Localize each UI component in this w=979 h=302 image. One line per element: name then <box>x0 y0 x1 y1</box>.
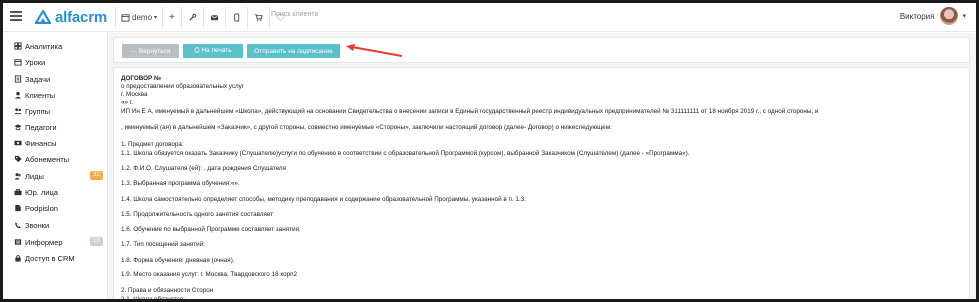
sidebar-item-label: Клиенты <box>25 90 56 100</box>
red-arrow-annotation <box>346 44 403 57</box>
document-line: 1.9. Место оказания услуг: г. Москва, Тв… <box>121 271 298 278</box>
document-icon <box>13 204 22 213</box>
tasks-icon <box>13 75 22 84</box>
client-icon <box>13 91 22 100</box>
chevron-down-icon: ▾ <box>154 15 158 21</box>
document-line: , именуемый (ая) в дальнейшем «Заказчик»… <box>121 124 612 131</box>
sidebar-item-label: Абонементы <box>25 154 70 164</box>
sidebar-item-label: Юр. лица <box>25 187 58 197</box>
sidebar-item-3[interactable]: Задачи <box>13 73 105 85</box>
sidebar-item-label: Задачи <box>25 74 51 84</box>
phone-icon <box>13 221 22 230</box>
document-line: 1.1. Школа обязуется оказать Заказчику (… <box>121 150 690 157</box>
document-line: 1.8. Форма обучения: дневная (очная). <box>121 257 235 264</box>
logo[interactable]: alfacrm <box>35 8 107 26</box>
sidebar-item-2[interactable]: Уроки <box>13 56 105 68</box>
search-input[interactable]: Поиск клиента <box>271 11 318 18</box>
app-window: alfacrm demo ▾ + Поиск клиента Виктория … <box>0 0 979 302</box>
document-line: 1.3. Выбранная программа обучения:«». <box>121 180 240 187</box>
sidebar-item-label: Аналитика <box>25 41 63 51</box>
finance-icon <box>13 139 22 148</box>
action-bar: ← Вернуться ⎙ На печать Отправить на под… <box>113 37 970 63</box>
document-line: «» г. <box>121 99 134 106</box>
mail-button[interactable] <box>202 7 225 28</box>
sidebar: Аналитика Уроки Задачи Клиенты Группы Педагог… <box>3 33 108 299</box>
sidebar-item-14[interactable]: Доступ в CRM <box>13 252 105 264</box>
wrench-icon <box>189 13 197 21</box>
toolbar-buttons: demo ▾ + <box>115 7 291 28</box>
document-line: 2.1. Школа обязуется: <box>121 296 185 302</box>
calendar-icon <box>13 58 22 67</box>
branch-selector[interactable]: demo ▾ <box>115 7 162 28</box>
tag-icon <box>13 155 22 164</box>
calendar-icon <box>121 14 130 22</box>
sidebar-item-13[interactable]: Информер 10 <box>13 236 105 248</box>
sidebar-item-label: Информер <box>25 237 63 247</box>
document-line: 1. Предмет договора: <box>121 141 184 148</box>
sidebar-item-label: Финансы <box>25 138 57 148</box>
menu-icon[interactable] <box>10 11 22 21</box>
mobile-button[interactable] <box>224 7 247 28</box>
avatar <box>940 7 959 25</box>
plus-icon: + <box>169 12 175 23</box>
user-name: Виктория <box>899 11 935 21</box>
document-line: ИП Ин Е А, именуемый в дальнейшем «Школа… <box>121 108 819 115</box>
informer-icon <box>13 238 22 247</box>
sidebar-item-10[interactable]: Юр. лица <box>13 186 105 198</box>
sidebar-item-label: Лиды <box>25 171 44 181</box>
sidebar-item-8[interactable]: Абонементы <box>13 153 105 165</box>
sidebar-item-label: Группы <box>25 106 50 116</box>
document-line: 2. Права и обязанности Сторон <box>121 287 214 294</box>
branch-label: demo <box>132 13 153 22</box>
sidebar-item-label: Уроки <box>25 57 46 67</box>
sidebar-item-9[interactable]: Лиды 32 <box>13 170 105 182</box>
contract-document: ДОГОВОР № о предоставлении образовательны… <box>113 67 970 302</box>
count-badge: 10 <box>90 237 103 246</box>
leads-icon <box>13 172 22 181</box>
back-button[interactable]: ← Вернуться <box>122 44 179 58</box>
sidebar-item-label: Педагоги <box>25 122 57 132</box>
sidebar-item-5[interactable]: Группы <box>13 105 105 117</box>
count-badge: 32 <box>90 171 103 180</box>
user-menu[interactable]: Виктория ▾ <box>900 7 966 25</box>
cart-button[interactable] <box>246 7 269 28</box>
document-line: 1.6. Обучение по выбранной Программе сос… <box>121 226 301 233</box>
sidebar-item-12[interactable]: Звонки <box>13 219 105 231</box>
sidebar-item-1[interactable]: Аналитика <box>13 40 105 52</box>
document-line: 1.4. Школа самостоятельно определяет спо… <box>121 196 526 203</box>
cart-icon <box>254 14 263 21</box>
teacher-icon <box>13 123 22 132</box>
send-for-signature-button[interactable]: Отправить на подписание <box>247 44 340 58</box>
mail-icon <box>210 14 219 21</box>
document-line: о предоставлении образовательных услуг <box>121 83 245 90</box>
analytics-icon <box>13 42 22 51</box>
print-button[interactable]: ⎙ На печать <box>183 44 243 58</box>
alfacrm-logo-icon <box>35 10 51 24</box>
sidebar-item-label: Podpislon <box>25 203 58 213</box>
sidebar-item-label: Доступ в CRM <box>25 253 75 263</box>
chevron-down-icon: ▾ <box>962 13 966 20</box>
lock-icon <box>13 254 22 263</box>
group-icon <box>13 107 22 116</box>
sidebar-item-6[interactable]: Педагоги <box>13 121 105 133</box>
brand-name: alfacrm <box>55 8 107 26</box>
main-content: ← Вернуться ⎙ На печать Отправить на под… <box>109 33 976 302</box>
top-bar: alfacrm demo ▾ + Поиск клиента Виктория … <box>3 3 976 32</box>
document-line: 1.7. Тип посещений занятий: <box>121 241 205 248</box>
document-line: г. Москва <box>121 91 148 98</box>
document-line: 1.5. Продолжительность одного занятия со… <box>121 211 274 218</box>
briefcase-icon <box>13 188 22 197</box>
document-line: 1.2. Ф.И.О. Слушателя (ей): , дата рожде… <box>121 165 286 172</box>
document-title: ДОГОВОР № <box>121 75 162 82</box>
sidebar-item-7[interactable]: Финансы <box>13 137 105 149</box>
phone-device-icon <box>234 13 240 22</box>
sidebar-item-11[interactable]: Podpislon <box>13 202 105 214</box>
sidebar-item-4[interactable]: Клиенты <box>13 89 105 101</box>
sidebar-item-label: Звонки <box>25 220 50 230</box>
tools-button[interactable] <box>180 7 203 28</box>
add-button[interactable]: + <box>162 7 181 28</box>
